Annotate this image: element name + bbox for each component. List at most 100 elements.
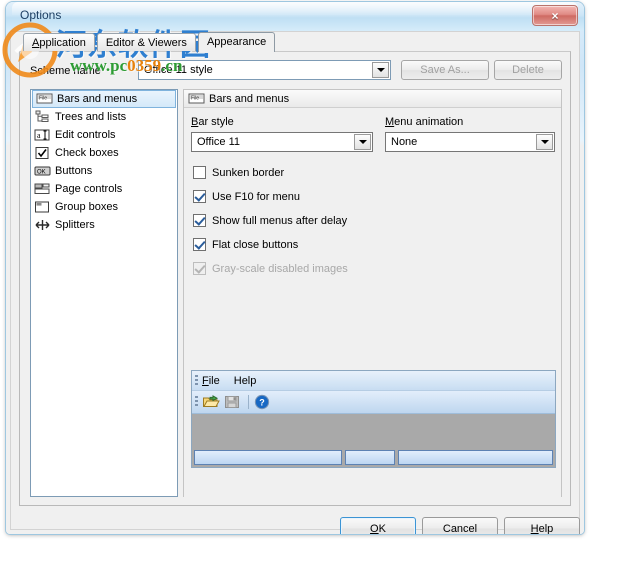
- title-bar-sheen: [12, 2, 578, 15]
- scheme-name-value: Office 11 style: [144, 64, 213, 76]
- preview-menu-help-label: Help: [233, 374, 257, 387]
- tab-editor-viewers-label: Editor & Viewers: [105, 37, 187, 49]
- list-item-label: Check boxes: [55, 147, 119, 159]
- chevron-down-icon: [358, 140, 367, 144]
- list-item-splitters[interactable]: Splitters: [31, 216, 177, 234]
- checkbox-show-full-menus-after-delay[interactable]: Show full menus after delay: [193, 214, 347, 227]
- tab-editor-viewers[interactable]: Editor & Viewers: [96, 33, 196, 51]
- checkbox-flat-close-buttons[interactable]: Flat close buttons: [193, 238, 298, 251]
- preview-toolbar: ?: [192, 391, 555, 414]
- help-label-text: elp: [538, 522, 554, 535]
- svg-text:File: File: [191, 95, 199, 101]
- options-dialog: Options × Application Editor & Viewers A…: [6, 2, 584, 534]
- list-item-label: Group boxes: [55, 201, 118, 213]
- preview-menu-help[interactable]: Help: [234, 375, 257, 387]
- tab-application-label: pplication: [39, 37, 86, 49]
- tab-appearance-label: Appearance: [206, 36, 267, 48]
- scheme-name-combobox[interactable]: Office 11 style: [138, 60, 391, 80]
- checkbox-use-f10-for-menu[interactable]: Use F10 for menu: [193, 190, 300, 203]
- bar-style-label-text: ar style: [198, 116, 234, 128]
- cancel-label: Cancel: [442, 522, 478, 535]
- tree-icon: [34, 110, 51, 124]
- delete-label: Delete: [512, 64, 544, 76]
- list-item-check-boxes[interactable]: Check boxes: [31, 144, 177, 162]
- bar-style-label: Bar style: [191, 116, 234, 128]
- menu-animation-combobox[interactable]: None: [385, 132, 555, 152]
- menu-animation-label: Menu animation: [385, 116, 464, 128]
- menu-animation-label-text: enu animation: [394, 116, 464, 128]
- status-pane-3: [398, 450, 553, 465]
- preview-menu-bar: File Help: [192, 371, 555, 391]
- list-item-bars-and-menus[interactable]: File Bars and menus: [32, 90, 176, 108]
- ok-button-icon: OK: [34, 164, 51, 178]
- scheme-dropdown-arrow[interactable]: [372, 62, 389, 78]
- group-box-icon: [34, 200, 51, 214]
- scheme-name-label: Scheme name: [30, 65, 101, 77]
- close-icon: ×: [551, 8, 559, 23]
- ok-button[interactable]: OK: [340, 517, 416, 534]
- preview-menu-file[interactable]: File: [202, 375, 220, 387]
- close-button[interactable]: ×: [532, 5, 578, 26]
- checkbox-box: [193, 214, 206, 227]
- bar-style-value: Office 11: [197, 136, 241, 148]
- tab-appearance[interactable]: Appearance: [197, 32, 276, 52]
- delete-button[interactable]: Delete: [494, 60, 562, 80]
- menubar-icon: File: [188, 92, 205, 106]
- drag-grip-icon[interactable]: [195, 374, 198, 387]
- checkbox-sunken-border[interactable]: Sunken border: [193, 166, 284, 179]
- settings-group-box: File Bars and menus Bar style Office 11 …: [183, 89, 562, 497]
- appearance-preview: File Help ?: [191, 370, 556, 468]
- list-item-page-controls[interactable]: Page controls: [31, 180, 177, 198]
- checkbox-icon: [34, 146, 51, 160]
- settings-group-title: Bars and menus: [209, 92, 290, 105]
- preview-menu-file-label: ile: [208, 374, 220, 387]
- category-listbox[interactable]: File Bars and menus Trees and lists a Ed…: [30, 89, 178, 497]
- list-item-edit-controls[interactable]: a Edit controls: [31, 126, 177, 144]
- svg-text:a: a: [37, 131, 41, 140]
- bar-style-dropdown-arrow[interactable]: [354, 134, 371, 150]
- save-as-button[interactable]: Save As...: [401, 60, 489, 80]
- checkbox-box: [193, 238, 206, 251]
- help-button[interactable]: Help: [504, 517, 580, 534]
- list-item-group-boxes[interactable]: Group boxes: [31, 198, 177, 216]
- list-item-buttons[interactable]: OK Buttons: [31, 162, 177, 180]
- checkbox-label: Show full menus after delay: [212, 214, 348, 227]
- chevron-down-icon: [376, 68, 385, 72]
- status-pane-2: [345, 450, 395, 465]
- settings-group-header: File Bars and menus: [184, 90, 561, 108]
- splitter-icon: [34, 218, 51, 232]
- open-icon[interactable]: [202, 393, 220, 411]
- list-item-trees-and-lists[interactable]: Trees and lists: [31, 108, 177, 126]
- preview-client-area: [192, 414, 555, 448]
- checkbox-gray-scale-disabled-images[interactable]: Gray-scale disabled images: [193, 262, 348, 275]
- ok-label: OK: [370, 522, 386, 535]
- save-icon[interactable]: [223, 393, 241, 411]
- preview-status-bar: [192, 448, 555, 467]
- bar-style-combobox[interactable]: Office 11: [191, 132, 373, 152]
- list-item-label: Page controls: [55, 183, 123, 195]
- checkbox-label: Use F10 for menu: [212, 190, 301, 203]
- window-title: Options: [20, 8, 62, 22]
- edit-control-icon: a: [34, 128, 51, 142]
- list-item-label: Buttons: [55, 165, 93, 177]
- page-control-icon: [34, 182, 51, 196]
- checkbox-label: Sunken border: [212, 166, 285, 179]
- checkbox-box: [193, 262, 206, 275]
- svg-text:OK: OK: [37, 170, 46, 176]
- help-icon[interactable]: ?: [253, 393, 271, 411]
- svg-text:?: ?: [259, 398, 265, 408]
- dialog-client-area: Application Editor & Viewers Appearance …: [10, 31, 580, 534]
- list-item-label: Splitters: [55, 219, 95, 231]
- checkbox-box: [193, 190, 206, 203]
- svg-text:File: File: [39, 96, 47, 102]
- save-as-label: Save As...: [420, 64, 470, 76]
- cancel-button[interactable]: Cancel: [422, 517, 498, 534]
- tab-strip: Application Editor & Viewers Appearance: [23, 32, 277, 52]
- toolbar-separator: [248, 395, 249, 409]
- ok-label-text: K: [378, 522, 386, 535]
- tab-application[interactable]: Application: [23, 33, 95, 51]
- list-item-label: Edit controls: [55, 129, 116, 141]
- menu-animation-value: None: [391, 136, 418, 148]
- menu-animation-dropdown-arrow[interactable]: [536, 134, 553, 150]
- drag-grip-icon[interactable]: [195, 396, 198, 408]
